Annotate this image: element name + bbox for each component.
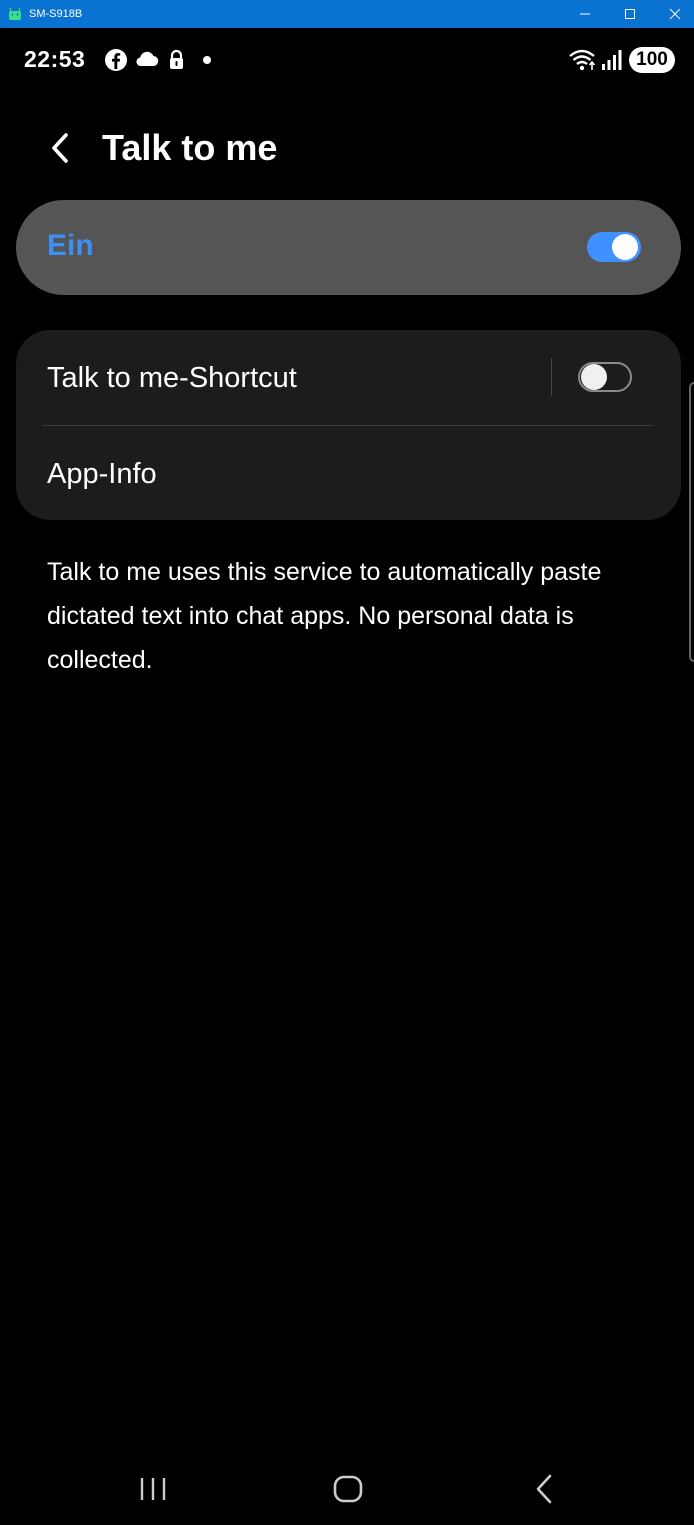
android-app-icon [9, 7, 21, 20]
recent-apps-icon[interactable] [138, 1472, 168, 1506]
dot-icon [203, 56, 211, 64]
signal-icon [602, 50, 622, 70]
close-button[interactable] [652, 0, 694, 28]
cloud-icon [136, 51, 159, 67]
toggle-knob [581, 364, 607, 390]
maximize-button[interactable] [607, 0, 652, 28]
app-info-label: App-Info [47, 458, 157, 490]
master-toggle[interactable] [587, 232, 641, 262]
back-nav-icon[interactable] [530, 1472, 558, 1506]
close-icon [669, 8, 680, 20]
page-title: Talk to me [102, 127, 278, 168]
window-title-bar: SM-S918B [0, 0, 694, 28]
shortcut-row[interactable]: Talk to me-Shortcut [16, 330, 681, 425]
lock-icon [170, 49, 183, 69]
battery-indicator: 100 [629, 47, 675, 73]
window-title: SM-S918B [29, 8, 83, 20]
maximize-icon [624, 9, 635, 19]
status-time: 22:53 [24, 46, 86, 72]
minimize-icon [579, 13, 590, 15]
master-switch-bar[interactable]: Ein [16, 200, 681, 295]
vertical-divider [551, 358, 552, 396]
description-text: Talk to me uses this service to automati… [47, 558, 602, 674]
home-icon[interactable] [332, 1472, 364, 1506]
shortcut-toggle[interactable] [578, 362, 632, 392]
app-info-row[interactable]: App-Info [16, 426, 681, 521]
edge-panel-handle[interactable] [689, 382, 694, 662]
master-switch-label: Ein [47, 229, 94, 262]
toggle-knob [612, 234, 638, 260]
minimize-button[interactable] [562, 0, 607, 28]
back-arrow-icon[interactable] [44, 130, 76, 166]
phone-screen: 22:53 100 Talk to me Ein Talk to me-Shor… [0, 28, 694, 1525]
navigation-bar [0, 1460, 694, 1520]
app-header: Talk to me [0, 118, 694, 178]
shortcut-label: Talk to me-Shortcut [47, 362, 297, 394]
settings-card: Talk to me-Shortcut App-Info [16, 330, 681, 520]
facebook-icon [105, 49, 127, 71]
wifi-icon [569, 49, 596, 71]
status-bar: 22:53 100 [0, 28, 694, 92]
